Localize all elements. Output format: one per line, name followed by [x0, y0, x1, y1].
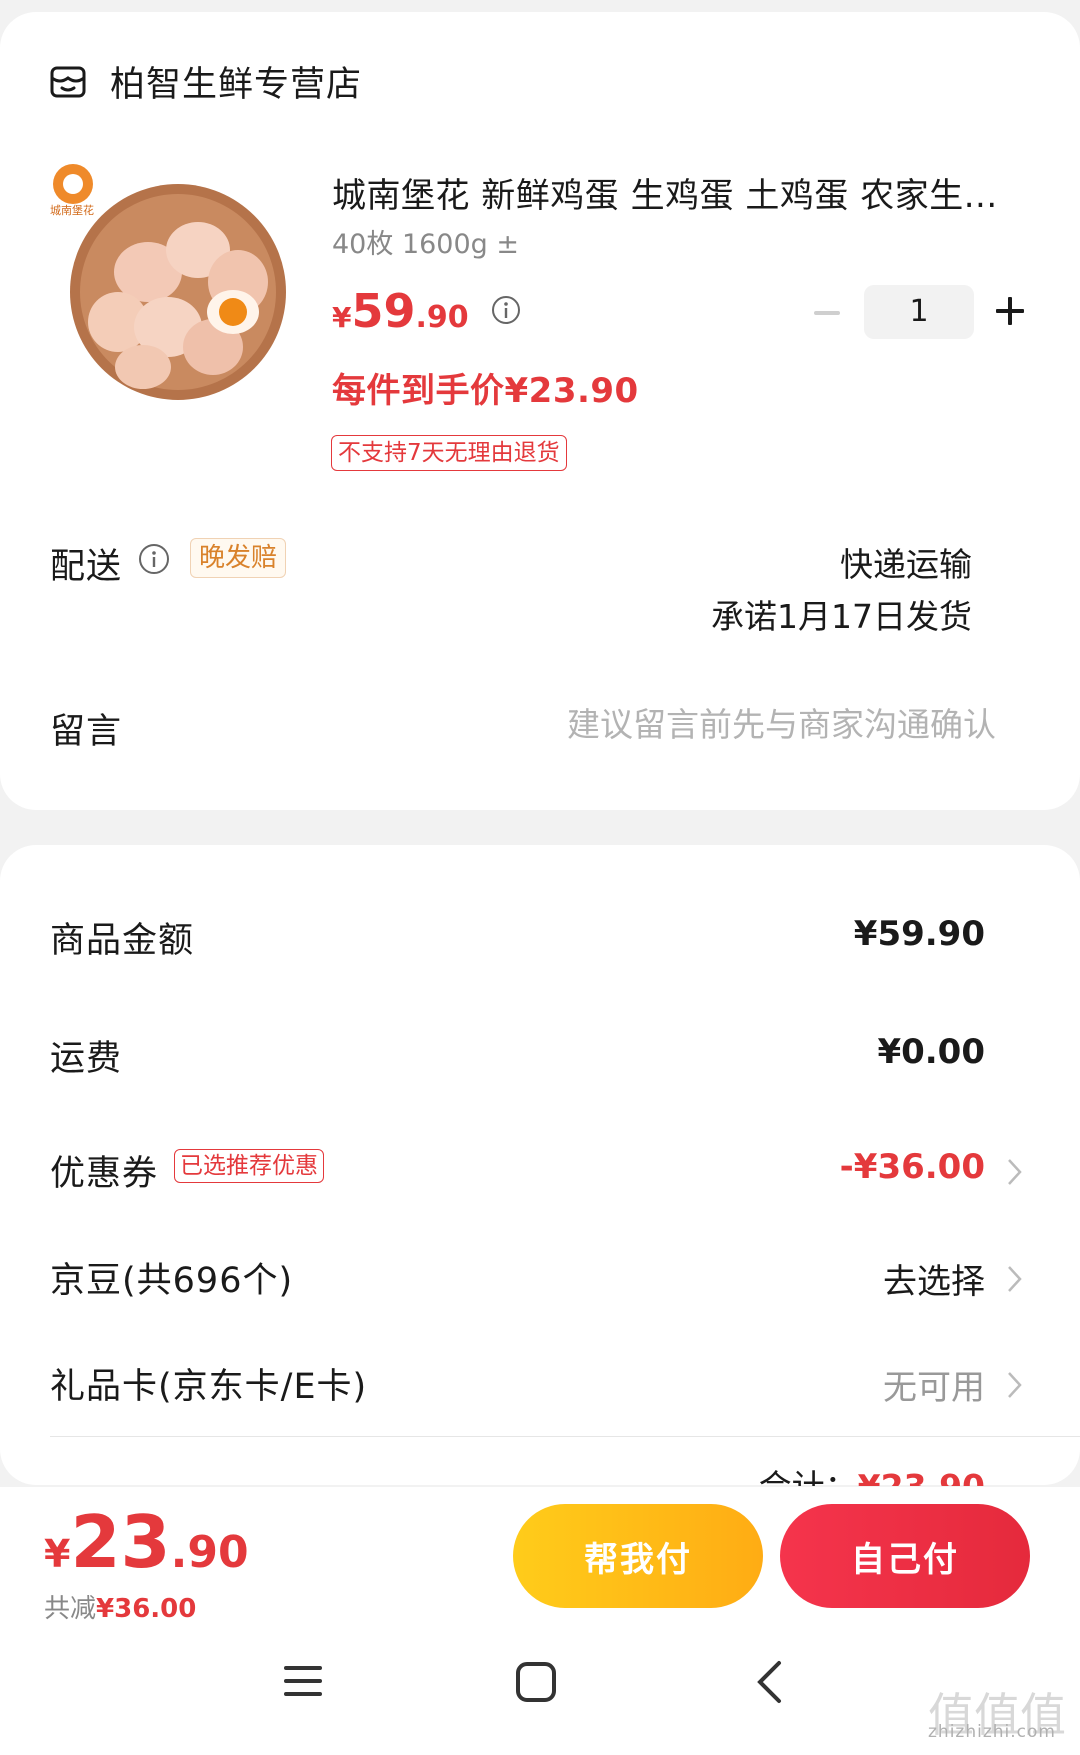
pay-currency: ¥ — [44, 1532, 71, 1576]
shop-name: 柏智生鲜专营店 — [110, 65, 363, 105]
saved-label: 共减 — [44, 1594, 97, 1624]
quantity-plus-button[interactable] — [995, 296, 1025, 326]
shop-icon — [50, 66, 86, 97]
total-label: 合计： — [759, 1467, 858, 1486]
home-icon[interactable] — [514, 1660, 558, 1704]
pay-myself-button[interactable]: 自己付 — [780, 1504, 1030, 1608]
price-integer: 59 — [351, 284, 416, 338]
jingdou-row[interactable]: 京豆(共696个) 去选择 — [0, 1252, 1080, 1312]
goods-amount-row: 商品金额 ¥59.90 — [0, 912, 1080, 972]
quantity-minus-button[interactable] — [812, 298, 842, 328]
delivery-promise: 承诺1月17日发货 — [711, 597, 972, 636]
back-icon[interactable] — [754, 1660, 784, 1704]
product-image-label: 城南堡花 — [50, 203, 94, 217]
summary-divider — [50, 1436, 1080, 1437]
total-value: ¥23.90 — [858, 1467, 985, 1486]
return-policy-tag: 不支持7天无理由退货 — [331, 435, 567, 471]
delivery-method[interactable]: 快递运输 — [840, 538, 972, 586]
saved-value: ¥36.00 — [96, 1594, 197, 1624]
coupon-label: 优惠券 — [50, 1154, 159, 1194]
giftcard-value: 无可用 — [883, 1368, 985, 1408]
total-discount: 共减¥36.00 — [44, 1588, 196, 1625]
shipping-row: 运费 ¥0.00 — [0, 1030, 1080, 1090]
product-image[interactable]: 城南堡花 — [48, 162, 288, 402]
product-spec: 40枚 1600g ± — [332, 229, 519, 260]
chevron-right-icon — [1008, 1266, 1022, 1292]
shipping-value: ¥0.00 — [877, 1032, 985, 1072]
coupon-value: -¥36.00 — [839, 1147, 985, 1187]
per-item-price: 每件到手价¥23.90 — [332, 371, 639, 411]
goods-amount-label: 商品金额 — [50, 921, 195, 961]
menu-icon[interactable] — [282, 1660, 324, 1702]
chevron-right-icon — [1008, 1372, 1022, 1398]
coupon-tag: 已选推荐优惠 — [174, 1149, 324, 1183]
message-label: 留言 — [50, 712, 123, 752]
giftcard-row[interactable]: 礼品卡(京东卡/E卡) 无可用 — [0, 1358, 1080, 1418]
goods-amount-value: ¥59.90 — [853, 914, 985, 954]
quantity-input[interactable]: 1 — [864, 285, 974, 339]
late-compensation-tag: 晚发赔 — [190, 538, 287, 578]
product-title[interactable]: 城南堡花 新鲜鸡蛋 生鸡蛋 土鸡蛋 农家生... — [332, 168, 1032, 217]
shipping-label: 运费 — [50, 1039, 123, 1079]
shop-header[interactable]: 柏智生鲜专营店 — [48, 56, 362, 107]
price-currency: ¥ — [332, 301, 352, 334]
chevron-right-icon — [1008, 1159, 1022, 1185]
delivery-info-icon[interactable] — [138, 543, 170, 575]
watermark-url: zhizhizhi.com — [928, 1722, 1056, 1742]
jingdou-value: 去选择 — [883, 1262, 985, 1302]
message-input[interactable] — [420, 700, 996, 748]
price-decimal: .90 — [415, 300, 469, 335]
pay-amount: ¥ 23 .90 — [44, 1500, 249, 1584]
price-info-icon[interactable] — [491, 295, 521, 325]
jingdou-label: 京豆(共696个) — [50, 1261, 294, 1301]
total-row: 合计：¥23.90 — [759, 1460, 985, 1486]
unit-price: ¥ 59 .90 — [332, 284, 521, 338]
coupon-row[interactable]: 优惠券 已选推荐优惠 -¥36.00 — [0, 1145, 1080, 1205]
delivery-label: 配送 — [50, 547, 123, 587]
help-me-pay-button[interactable]: 帮我付 — [513, 1504, 763, 1608]
giftcard-label: 礼品卡(京东卡/E卡) — [50, 1367, 368, 1407]
pay-integer: 23 — [70, 1500, 171, 1584]
pay-decimal: .90 — [170, 1527, 249, 1578]
